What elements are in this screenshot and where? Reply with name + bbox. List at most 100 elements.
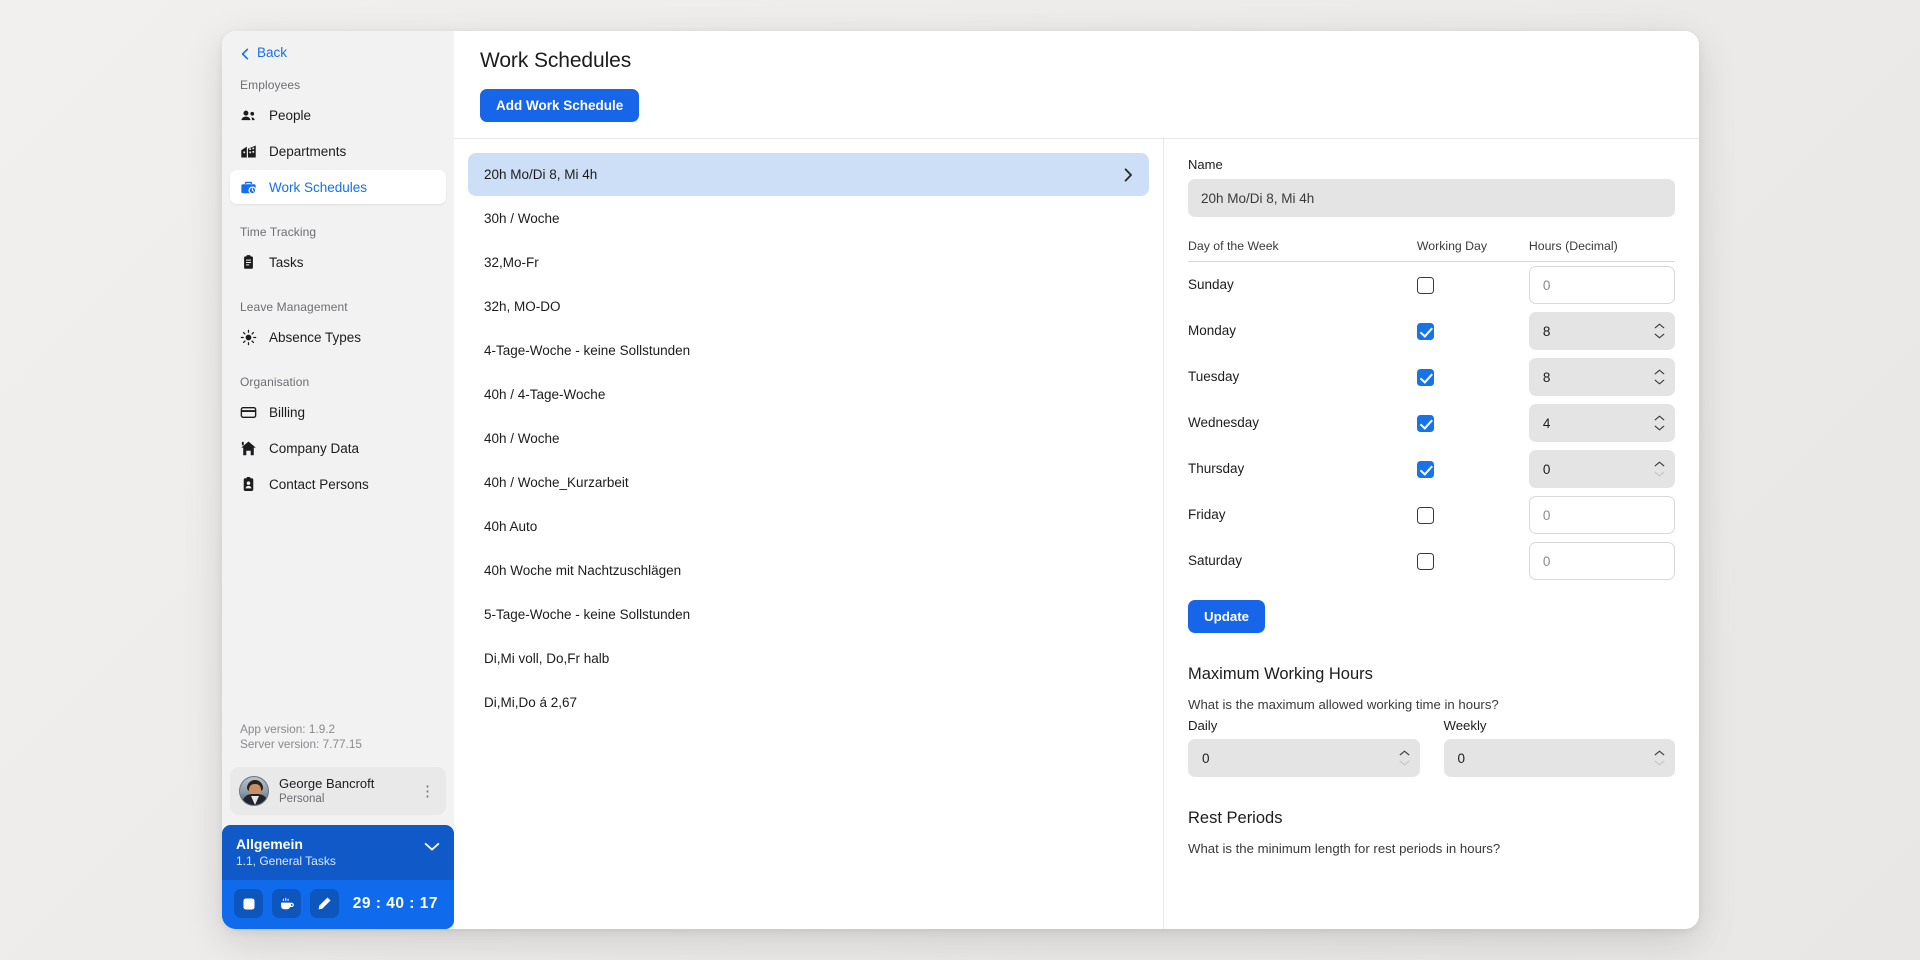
- sidebar-item-label: Company Data: [269, 440, 360, 456]
- hours-input[interactable]: 0: [1528, 450, 1675, 488]
- day-label: Friday: [1188, 507, 1226, 522]
- stop-square-icon[interactable]: [234, 889, 263, 918]
- spinner-arrows[interactable]: [1654, 461, 1665, 477]
- timer-task-header[interactable]: Allgemein 1.1, General Tasks: [222, 825, 454, 880]
- sidebar-item-people[interactable]: People: [230, 98, 446, 132]
- list-item[interactable]: 5-Tage-Woche - keine Sollstunden: [468, 593, 1149, 636]
- daily-input[interactable]: 0: [1188, 739, 1420, 777]
- list-item[interactable]: 32,Mo-Fr: [468, 241, 1149, 284]
- list-item[interactable]: 32h, MO-DO: [468, 285, 1149, 328]
- table-row: Monday 8: [1188, 308, 1675, 354]
- working-day-checkbox[interactable]: [1416, 460, 1434, 478]
- name-input[interactable]: 20h Mo/Di 8, Mi 4h: [1188, 179, 1675, 217]
- list-item[interactable]: 40h / 4-Tage-Woche: [468, 373, 1149, 416]
- timer-project-name: Allgemein: [236, 836, 303, 853]
- list-item-label: 40h Woche mit Nachtzuschlägen: [484, 563, 682, 578]
- working-day-checkbox[interactable]: [1416, 276, 1434, 294]
- table-header-row: Day of the Week Working Day Hours (Decim…: [1188, 239, 1675, 262]
- sidebar-item-work-schedules[interactable]: Work Schedules: [230, 170, 446, 204]
- back-button[interactable]: Back: [222, 31, 454, 72]
- day-label: Sunday: [1188, 277, 1234, 292]
- briefcase-clock-icon: [240, 179, 257, 196]
- working-day-checkbox[interactable]: [1416, 552, 1434, 570]
- version-info: App version: 1.9.2 Server version: 7.77.…: [222, 722, 454, 767]
- hours-input[interactable]: 8: [1528, 312, 1675, 350]
- app-window: Back Employees People Departments Work S…: [222, 31, 1699, 929]
- sidebar-item-label: Tasks: [269, 254, 304, 270]
- chevron-down-icon[interactable]: [424, 839, 440, 857]
- list-item-label: Di,Mi voll, Do,Fr halb: [484, 651, 610, 666]
- day-label: Thursday: [1188, 461, 1245, 476]
- hours-input[interactable]: 0: [1528, 266, 1675, 304]
- nav-section-leave-management-title: Leave Management: [240, 300, 348, 314]
- hours-value: 0: [1542, 507, 1551, 523]
- table-row: Wednesday 4: [1188, 400, 1675, 446]
- chevron-right-icon[interactable]: [1124, 167, 1133, 182]
- spinner-arrows[interactable]: [1654, 750, 1665, 766]
- sidebar-item-label: Billing: [269, 404, 306, 420]
- add-work-schedule-button[interactable]: Add Work Schedule: [480, 89, 640, 122]
- hours-input[interactable]: 8: [1528, 358, 1675, 396]
- kebab-menu-icon[interactable]: ⋮: [420, 784, 437, 799]
- spinner-arrows[interactable]: [1399, 750, 1410, 766]
- column-header-working-day: Working Day: [1416, 239, 1529, 262]
- sidebar-item-absence-types[interactable]: Absence Types: [230, 320, 446, 354]
- server-version: Server version: 7.77.15: [240, 737, 362, 752]
- list-item-label: 4-Tage-Woche - keine Sollstunden: [484, 343, 691, 358]
- list-item[interactable]: Di,Mi,Do á 2,67: [468, 681, 1149, 724]
- user-profile-card[interactable]: George Bancroft Personal ⋮: [230, 767, 446, 816]
- hours-input[interactable]: 4: [1528, 404, 1675, 442]
- working-day-checkbox[interactable]: [1416, 414, 1434, 432]
- content-split: 20h Mo/Di 8, Mi 4h 30h / Woche 32,Mo-Fr 32h…: [454, 139, 1699, 929]
- working-day-checkbox[interactable]: [1416, 322, 1434, 340]
- rest-periods-question: What is the minimum length for rest peri…: [1188, 841, 1501, 856]
- list-item[interactable]: 20h Mo/Di 8, Mi 4h: [468, 153, 1149, 196]
- app-version: App version: 1.9.2: [240, 721, 336, 736]
- list-item[interactable]: 30h / Woche: [468, 197, 1149, 240]
- spinner-arrows[interactable]: [1654, 415, 1665, 431]
- sidebar-item-label: Absence Types: [269, 329, 362, 345]
- timer-elapsed: 29 : 40 : 17: [352, 894, 438, 912]
- sidebar-item-label: Departments: [269, 143, 347, 159]
- contact-badge-icon: [240, 476, 257, 493]
- list-item[interactable]: 4-Tage-Woche - keine Sollstunden: [468, 329, 1149, 372]
- list-item[interactable]: 40h / Woche: [468, 417, 1149, 460]
- hours-input[interactable]: 0: [1528, 496, 1675, 534]
- coffee-cup-icon[interactable]: [272, 889, 301, 918]
- spinner-arrows[interactable]: [1654, 323, 1665, 339]
- sidebar-item-billing[interactable]: Billing: [230, 395, 446, 429]
- home-icon: [240, 440, 257, 457]
- page-header: Work Schedules Add Work Schedule: [454, 31, 1699, 139]
- timer-controls: 29 : 40 : 17: [222, 880, 454, 929]
- working-day-checkbox[interactable]: [1416, 368, 1434, 386]
- hours-input[interactable]: 0: [1528, 542, 1675, 580]
- work-schedule-list: 20h Mo/Di 8, Mi 4h 30h / Woche 32,Mo-Fr 32h…: [454, 139, 1163, 929]
- sidebar-item-company-data[interactable]: Company Data: [230, 431, 446, 465]
- pencil-icon[interactable]: [310, 889, 339, 918]
- update-button[interactable]: Update: [1188, 600, 1266, 633]
- timer-card: Allgemein 1.1, General Tasks 29 : 40 : 1…: [222, 825, 454, 929]
- weekly-value: 0: [1457, 750, 1466, 766]
- sidebar-item-contact-persons[interactable]: Contact Persons: [230, 467, 446, 501]
- spinner-arrows[interactable]: [1654, 369, 1665, 385]
- timer-task-name: 1.1, General Tasks: [236, 854, 336, 869]
- list-item[interactable]: Di,Mi voll, Do,Fr halb: [468, 637, 1149, 680]
- sidebar-item-label: People: [269, 107, 312, 123]
- hours-value: 8: [1542, 323, 1551, 339]
- hours-value: 0: [1542, 553, 1551, 569]
- list-item[interactable]: 40h Woche mit Nachtzuschlägen: [468, 549, 1149, 592]
- list-item-label: 40h / Woche: [484, 431, 560, 446]
- working-days-table: Day of the Week Working Day Hours (Decim…: [1188, 239, 1675, 584]
- working-day-checkbox[interactable]: [1416, 506, 1434, 524]
- table-row: Sunday 0: [1188, 262, 1675, 309]
- weekly-input[interactable]: 0: [1443, 739, 1675, 777]
- nav-section-employees-title: Employees: [240, 78, 301, 92]
- people-icon: [240, 107, 257, 124]
- sidebar-item-tasks[interactable]: Tasks: [230, 245, 446, 279]
- list-item-label: 20h Mo/Di 8, Mi 4h: [484, 167, 598, 182]
- sun-icon: [240, 329, 257, 346]
- hours-value: 4: [1542, 415, 1551, 431]
- sidebar-item-departments[interactable]: Departments: [230, 134, 446, 168]
- list-item[interactable]: 40h / Woche_Kurzarbeit: [468, 461, 1149, 504]
- list-item[interactable]: 40h Auto: [468, 505, 1149, 548]
